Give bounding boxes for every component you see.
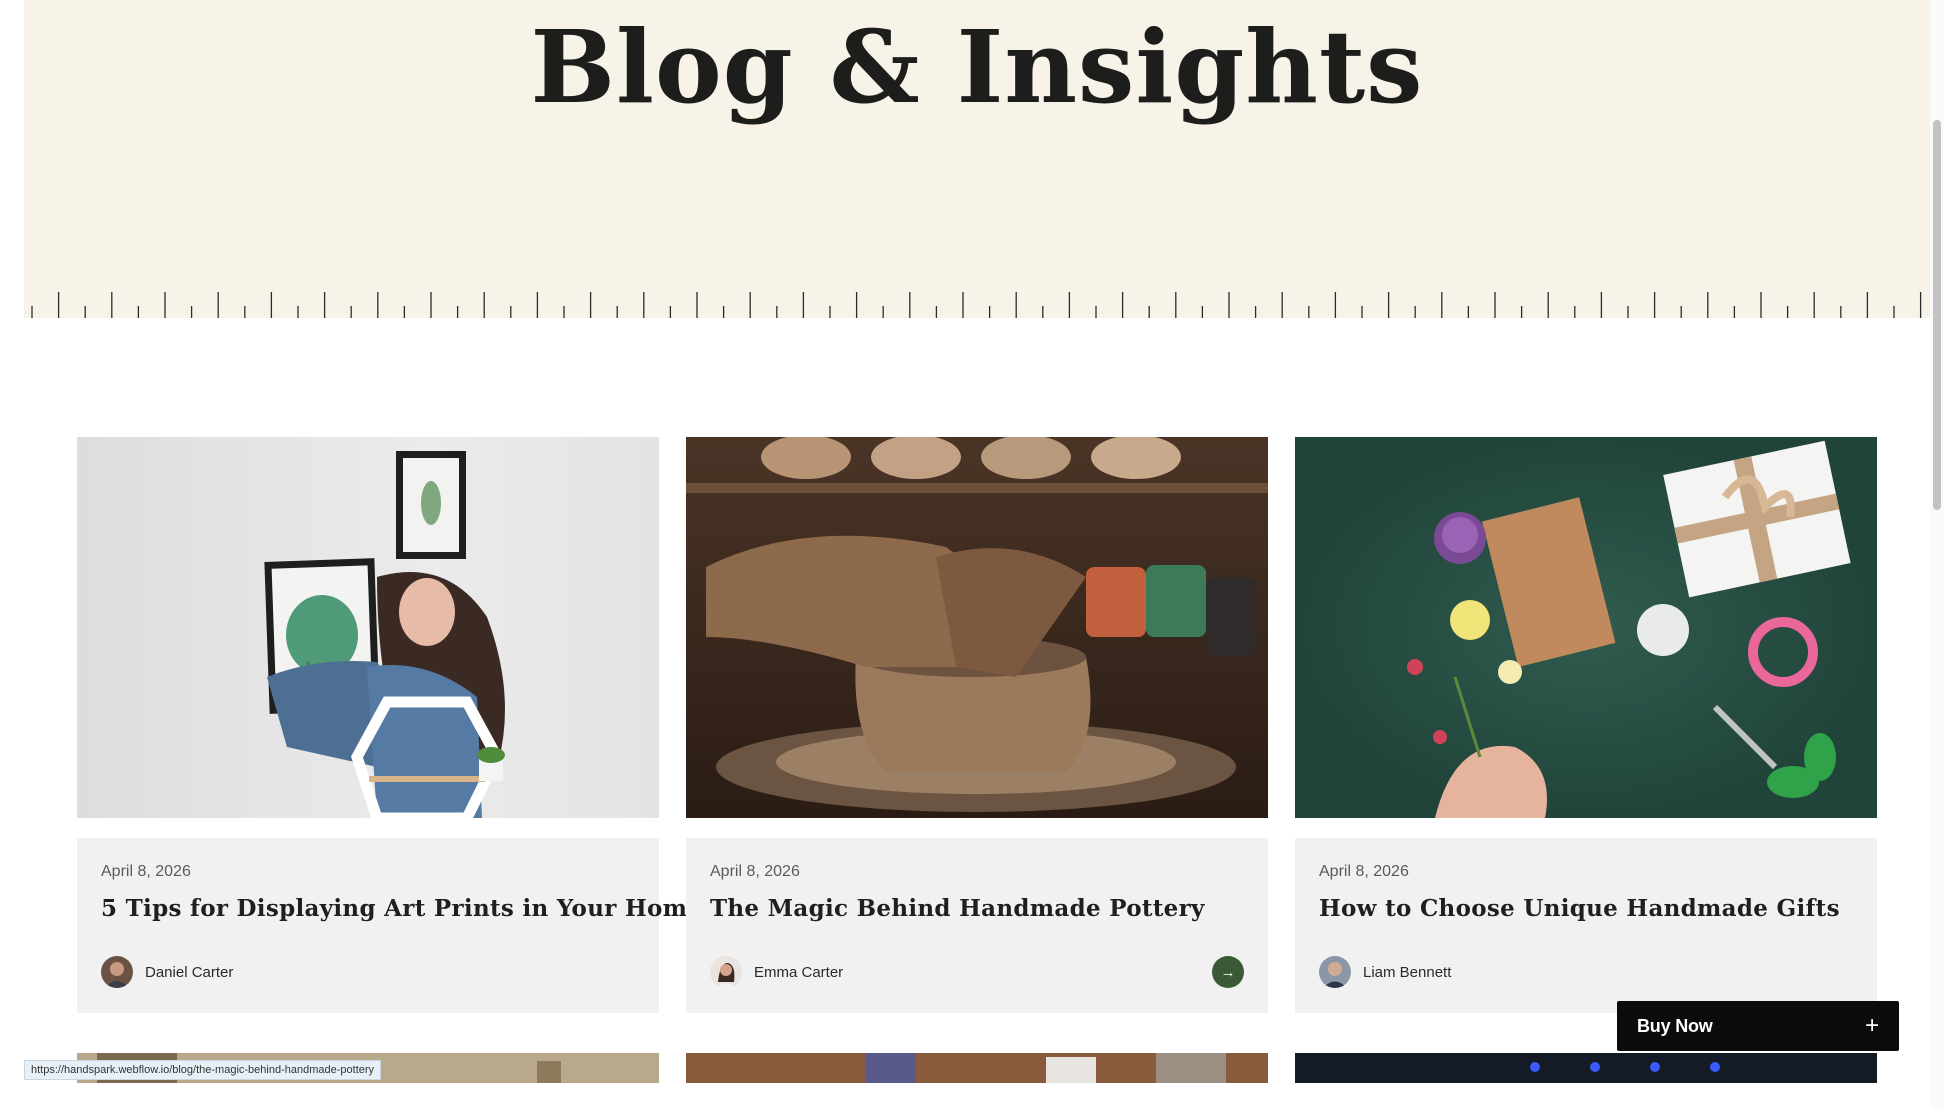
blog-card-image[interactable] — [686, 1053, 1268, 1083]
blog-card-body: April 8, 2026 5 Tips for Displaying Art … — [77, 838, 702, 1013]
blog-card-body: April 8, 2026 How to Choose Unique Handm… — [1295, 838, 1877, 1013]
post-date: April 8, 2026 — [101, 863, 191, 880]
avatar — [1319, 956, 1351, 988]
post-author: Emma Carter — [710, 956, 843, 988]
post-title[interactable]: 5 Tips for Displaying Art Prints in Your… — [101, 895, 702, 922]
ruler-decoration — [31, 292, 1922, 318]
buy-now-button[interactable]: Buy Now + — [1617, 1001, 1899, 1051]
arrow-right-icon[interactable]: → — [1212, 956, 1244, 988]
gift-flatlay-image — [1295, 437, 1877, 818]
blog-hero: Blog & Insights — [24, 0, 1930, 318]
scrollbar-thumb[interactable] — [1933, 120, 1941, 510]
author-name: Liam Bennett — [1363, 963, 1452, 981]
post-date: April 8, 2026 — [1319, 863, 1409, 880]
post-author: Liam Bennett — [1319, 956, 1451, 988]
plus-icon: + — [1865, 1012, 1879, 1039]
woman-hanging-art-image — [77, 437, 659, 818]
blog-card-image[interactable] — [1295, 437, 1877, 818]
post-title[interactable]: How to Choose Unique Handmade Gifts — [1319, 895, 1853, 922]
blog-card-image[interactable] — [686, 437, 1268, 818]
blog-card-image[interactable] — [77, 437, 659, 818]
blog-card-image[interactable] — [1295, 1053, 1877, 1083]
post-title[interactable]: The Magic Behind Handmade Pottery — [710, 895, 1244, 922]
blog-card[interactable]: April 8, 2026 5 Tips for Displaying Art … — [77, 437, 702, 1013]
buy-now-label: Buy Now — [1637, 1015, 1713, 1036]
scrollbar-track[interactable] — [1930, 0, 1944, 1108]
avatar — [101, 956, 133, 988]
pottery-wheel-image — [686, 437, 1268, 818]
blog-card-body: April 8, 2026 The Magic Behind Handmade … — [686, 838, 1268, 1013]
post-date: April 8, 2026 — [710, 863, 800, 880]
post-author: Daniel Carter — [101, 956, 233, 988]
status-bar-url: https://handspark.webflow.io/blog/the-ma… — [24, 1060, 382, 1080]
author-name: Daniel Carter — [145, 963, 234, 981]
author-name: Emma Carter — [754, 963, 844, 981]
blog-card[interactable]: April 8, 2026 How to Choose Unique Handm… — [1295, 437, 1877, 1013]
blog-card[interactable]: April 8, 2026 The Magic Behind Handmade … — [686, 437, 1268, 1013]
page-title: Blog & Insights — [530, 8, 1424, 126]
avatar — [710, 956, 742, 988]
